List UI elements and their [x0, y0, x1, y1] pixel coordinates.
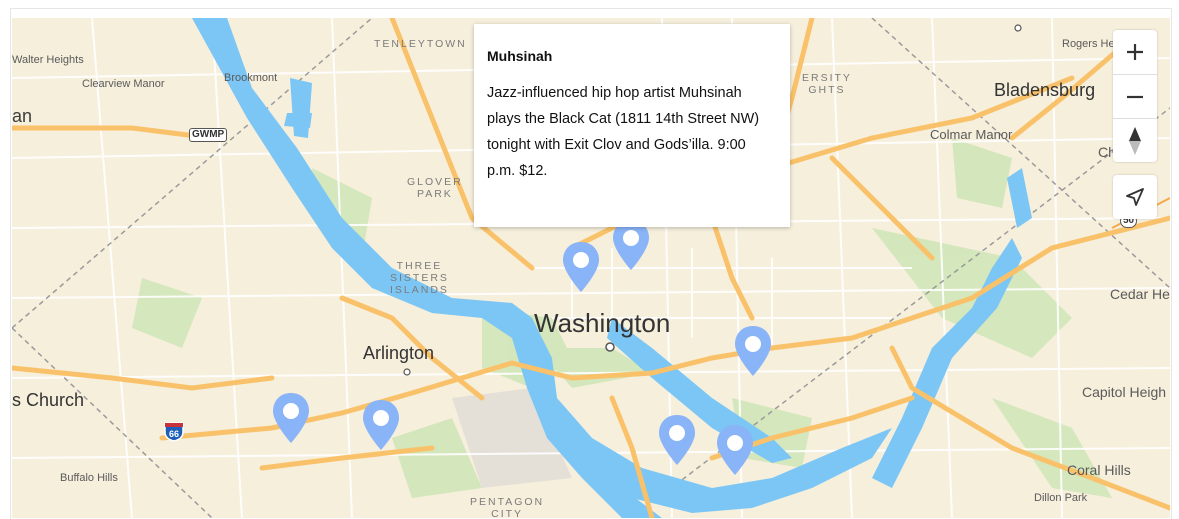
- label-clearview-manor: Clearview Manor: [82, 78, 165, 90]
- label-capitol-heights: Capitol Heigh: [1082, 384, 1167, 400]
- zoom-out-button[interactable]: [1113, 75, 1157, 119]
- label-university-heights: ERSITY GHTS: [802, 72, 852, 96]
- locate-arrow-icon: [1126, 188, 1144, 206]
- event-marker[interactable]: [271, 391, 311, 445]
- popup-description: Jazz-influenced hip hop artist Muhsinah …: [487, 85, 760, 179]
- gwmp-shield: GWMP: [189, 128, 228, 142]
- label-walter-heights: Walter Heights: [12, 54, 84, 66]
- label-coral-hills: Coral Hills: [1067, 462, 1131, 478]
- locate-me-button[interactable]: [1113, 175, 1157, 219]
- event-info-popup: Muhsinah Jazz-influenced hip hop artist …: [474, 24, 790, 227]
- event-marker[interactable]: [561, 240, 601, 294]
- label-arlington: Arlington: [363, 343, 435, 363]
- event-marker[interactable]: [733, 324, 773, 378]
- event-marker[interactable]: [657, 413, 697, 467]
- label-buffalo-hills: Buffalo Hills: [60, 472, 118, 484]
- label-washington: Washington: [534, 308, 671, 338]
- compass-button[interactable]: [1113, 119, 1157, 163]
- label-bladensburg: Bladensburg: [994, 80, 1096, 100]
- zoom-in-button[interactable]: [1113, 30, 1157, 74]
- label-glover-park: GLOVER PARK: [407, 176, 463, 200]
- label-church: s Church: [12, 390, 85, 410]
- zoom-controls: [1113, 30, 1157, 162]
- interstate-66-shield: 66: [164, 422, 184, 442]
- popup-title: Muhsinah: [487, 48, 553, 64]
- label-pentagon-city: PENTAGON CITY: [470, 496, 545, 518]
- plus-icon: [1127, 44, 1143, 60]
- label-an: an: [12, 106, 33, 126]
- label-tenleytown: TENLEYTOWN: [374, 38, 467, 50]
- label-brookmont: Brookmont: [224, 72, 278, 84]
- label-dillon-park: Dillon Park: [1034, 492, 1088, 504]
- compass-icon: [1129, 127, 1141, 155]
- locate-control: [1113, 175, 1157, 219]
- label-three-sisters-islands: THREE SISTERS ISLANDS: [390, 260, 449, 296]
- interstate-66-number: 66: [169, 429, 179, 439]
- event-marker[interactable]: [715, 423, 755, 477]
- minus-icon: [1127, 95, 1143, 99]
- label-colmar-manor: Colmar Manor: [930, 127, 1013, 142]
- label-cedar-heights: Cedar He: [1110, 286, 1170, 302]
- event-marker[interactable]: [361, 398, 401, 452]
- label-rogers-heights: Rogers He: [1062, 38, 1115, 50]
